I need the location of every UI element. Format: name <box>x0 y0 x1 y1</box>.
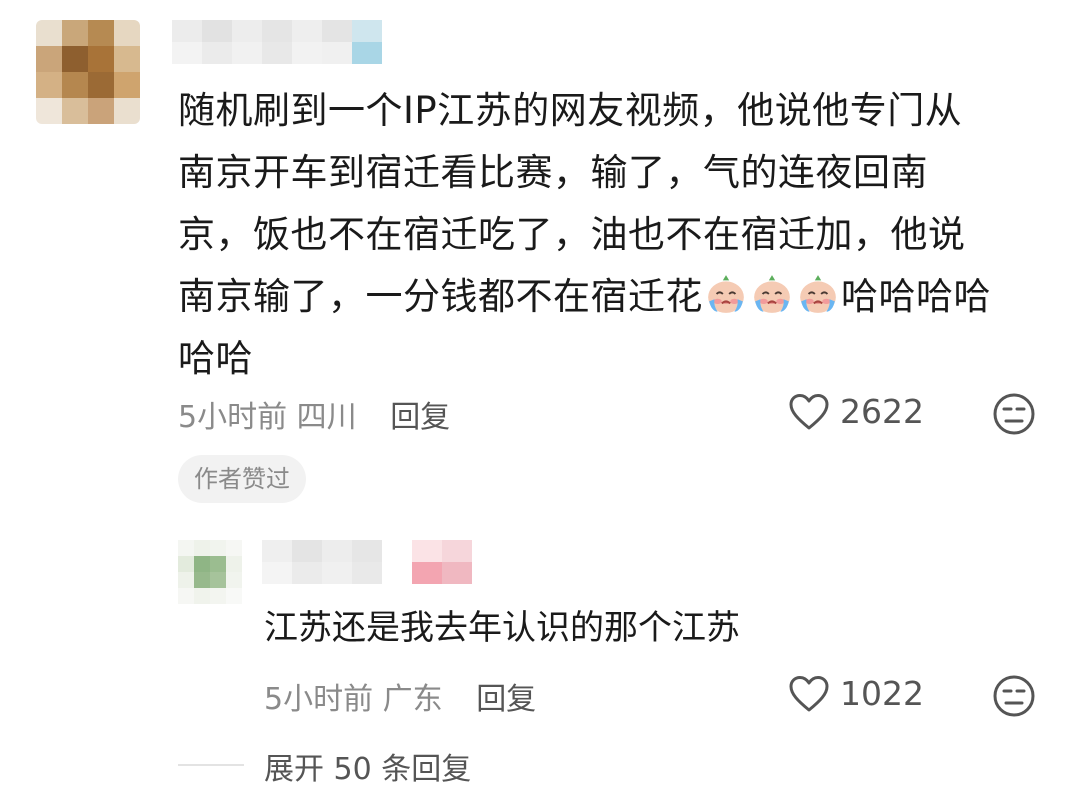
comment-line: 哈哈哈哈 <box>841 275 991 318</box>
reply-meta: 5小时前 广东 回复 <box>264 674 536 718</box>
commenter-username-blurred[interactable] <box>172 20 382 64</box>
comment-line-with-emoji: 南京输了，一分钱都不在宿迁花 哈哈哈哈 <box>178 266 1038 328</box>
reply-avatar[interactable] <box>178 540 242 604</box>
comment-line: 哈哈 <box>178 337 253 380</box>
heart-outline-icon <box>789 393 829 429</box>
author-liked-badge: 作者赞过 <box>178 455 306 503</box>
comment-line: 京，饭也不在宿迁吃了，油也不在宿迁加，他说 <box>178 213 966 256</box>
commenter-avatar[interactable] <box>36 20 140 124</box>
comment-line: 随机刷到一个IP江苏的网友视频，他说他专门从 <box>178 89 963 132</box>
neutral-face-icon[interactable] <box>992 392 1036 436</box>
reply-text: 江苏还是我去年认识的那个江苏 <box>264 608 740 648</box>
crying-face-emoji-icon <box>754 275 790 313</box>
reply-time: 5小时前 <box>264 682 374 717</box>
like-count: 2622 <box>840 392 924 431</box>
comment-meta: 5小时前 四川 回复 <box>178 392 450 436</box>
reply-location: 广东 <box>382 682 443 717</box>
comment-time: 5小时前 <box>178 400 288 435</box>
reply-like-button[interactable]: 1022 <box>788 674 924 713</box>
comment-line: 南京输了，一分钱都不在宿迁花 <box>178 275 703 318</box>
crying-face-emoji-icon <box>800 275 836 313</box>
reply-username-blurred[interactable] <box>262 540 472 584</box>
comment-text: 随机刷到一个IP江苏的网友视频，他说他专门从 南京开车到宿迁看比赛，输了，气的连… <box>178 80 1038 390</box>
reply-reply-button[interactable]: 回复 <box>476 682 536 717</box>
expand-replies-button[interactable]: 展开 50 条回复 <box>264 744 471 788</box>
comment-line: 南京开车到宿迁看比赛，输了，气的连夜回南 <box>178 151 928 194</box>
reply-button[interactable]: 回复 <box>390 400 450 435</box>
expand-divider <box>178 764 244 766</box>
comment-location: 四川 <box>296 400 357 435</box>
reply-like-count: 1022 <box>840 674 924 713</box>
like-button[interactable]: 2622 <box>788 392 924 431</box>
heart-outline-icon <box>789 675 829 711</box>
neutral-face-icon[interactable] <box>992 674 1036 718</box>
crying-face-emoji-icon <box>708 275 744 313</box>
